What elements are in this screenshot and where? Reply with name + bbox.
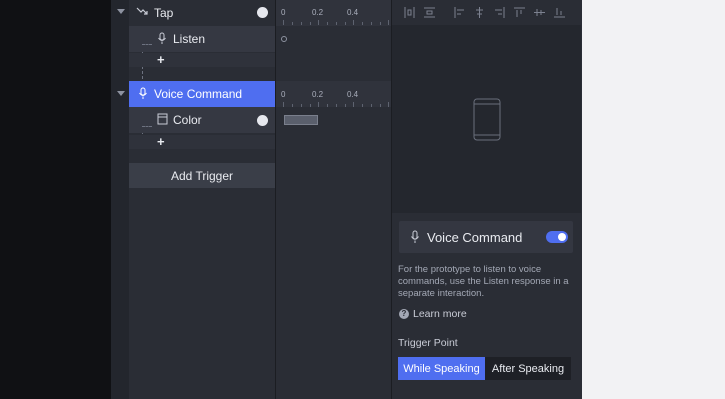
timeline-track: [276, 81, 391, 107]
add-response-button[interactable]: +: [129, 53, 275, 67]
timeline-track: [276, 0, 391, 26]
ruler-tick: [292, 22, 293, 25]
response-label-listen: Listen: [173, 32, 206, 46]
collapse-caret-icon[interactable]: [117, 91, 125, 96]
ruler-tick: [301, 22, 302, 25]
ruler-tick-label: 0: [281, 90, 286, 99]
timeline-panel: [276, 0, 391, 399]
ruler-tick: [310, 22, 311, 25]
align-right-icon[interactable]: [494, 7, 505, 18]
state-dot[interactable]: [257, 115, 268, 126]
trigger-option-while-speaking[interactable]: While Speaking: [398, 357, 485, 380]
ruler-tick-label: 0.2: [312, 8, 324, 17]
color-layer-icon: [157, 113, 168, 125]
toggle-knob: [558, 233, 566, 241]
ruler-tick: [310, 104, 311, 107]
device-preview-area: [392, 25, 581, 213]
trigger-option-after-speaking[interactable]: After Speaking: [485, 357, 571, 380]
ruler-tick: [301, 104, 302, 107]
align-center-horizontal-icon[interactable]: [474, 7, 485, 18]
phone-outline-icon: [473, 98, 501, 141]
ruler-tick: [345, 22, 346, 25]
ruler-tick: [380, 22, 381, 25]
add-response-label: +: [157, 134, 165, 149]
trigger-row-tap[interactable]: Tap: [129, 0, 275, 26]
add-response-button[interactable]: +: [129, 135, 275, 149]
align-toolbar: [392, 0, 581, 26]
voice-command-toggle[interactable]: [546, 231, 568, 243]
ruler-tick: [388, 20, 389, 25]
response-row-color[interactable]: Color: [129, 107, 275, 133]
ruler-tick: [353, 102, 354, 107]
ruler-tick: [283, 102, 284, 107]
collapse-caret-icon[interactable]: [117, 9, 125, 14]
help-icon: ?: [399, 309, 409, 319]
inspector-title: Voice Command: [427, 229, 523, 245]
trigger-option-label: While Speaking: [403, 362, 480, 375]
ruler-tick: [318, 102, 319, 107]
trigger-label-tap: Tap: [154, 6, 174, 20]
trigger-row-voice-command[interactable]: Voice Command: [129, 81, 275, 107]
response-row-listen[interactable]: Listen: [129, 26, 275, 52]
trigger-option-label: After Speaking: [491, 362, 565, 375]
ruler-tick: [318, 20, 319, 25]
tree-branch: [142, 44, 152, 45]
tree-gutter: [111, 0, 130, 399]
ruler-tick: [371, 22, 372, 25]
ruler-tick: [371, 104, 372, 107]
ruler-tick: [327, 22, 328, 25]
microphone-icon: [158, 32, 166, 44]
ruler-tick: [345, 104, 346, 107]
ruler-tick-label: 0.4: [347, 8, 359, 17]
voice-command-description: For the prototype to listen to voice com…: [398, 264, 569, 299]
learn-more-link[interactable]: Learn more: [413, 308, 467, 320]
ruler-tick: [283, 20, 284, 25]
trigger-point-label: Trigger Point: [398, 337, 458, 349]
trigger-label-voice-command: Voice Command: [154, 87, 243, 101]
timeline-keyframe[interactable]: [281, 36, 287, 42]
tree-branch: [142, 126, 152, 127]
ruler-tick: [292, 104, 293, 107]
align-center-vertical-icon[interactable]: [534, 7, 545, 18]
microphone-icon: [139, 87, 147, 99]
ruler-tick: [388, 102, 389, 107]
animation-bar[interactable]: [284, 115, 318, 125]
microphone-icon: [411, 230, 419, 243]
add-trigger-label: Add Trigger: [170, 168, 234, 183]
ruler-tick: [336, 104, 337, 107]
ruler-tick-label: 0: [281, 8, 286, 17]
add-response-label: +: [157, 52, 165, 67]
add-trigger-button[interactable]: Add Trigger: [129, 163, 275, 188]
ruler-tick-label: 0.2: [312, 90, 324, 99]
ruler-tick: [336, 22, 337, 25]
ruler-tick: [362, 22, 363, 25]
state-dot[interactable]: [257, 7, 268, 18]
tap-gesture-icon: [136, 7, 148, 15]
ruler-tick-label: 0.4: [347, 90, 359, 99]
distribute-vertical-icon[interactable]: [424, 7, 435, 18]
response-label-color: Color: [173, 113, 202, 127]
align-left-icon[interactable]: [454, 7, 465, 18]
align-top-icon[interactable]: [514, 7, 525, 18]
ruler-tick: [380, 104, 381, 107]
ruler-tick: [353, 20, 354, 25]
distribute-horizontal-icon[interactable]: [404, 7, 415, 18]
align-bottom-icon[interactable]: [554, 7, 565, 18]
ruler-tick: [362, 104, 363, 107]
left-dark-area: [0, 0, 111, 399]
ruler-tick: [327, 104, 328, 107]
